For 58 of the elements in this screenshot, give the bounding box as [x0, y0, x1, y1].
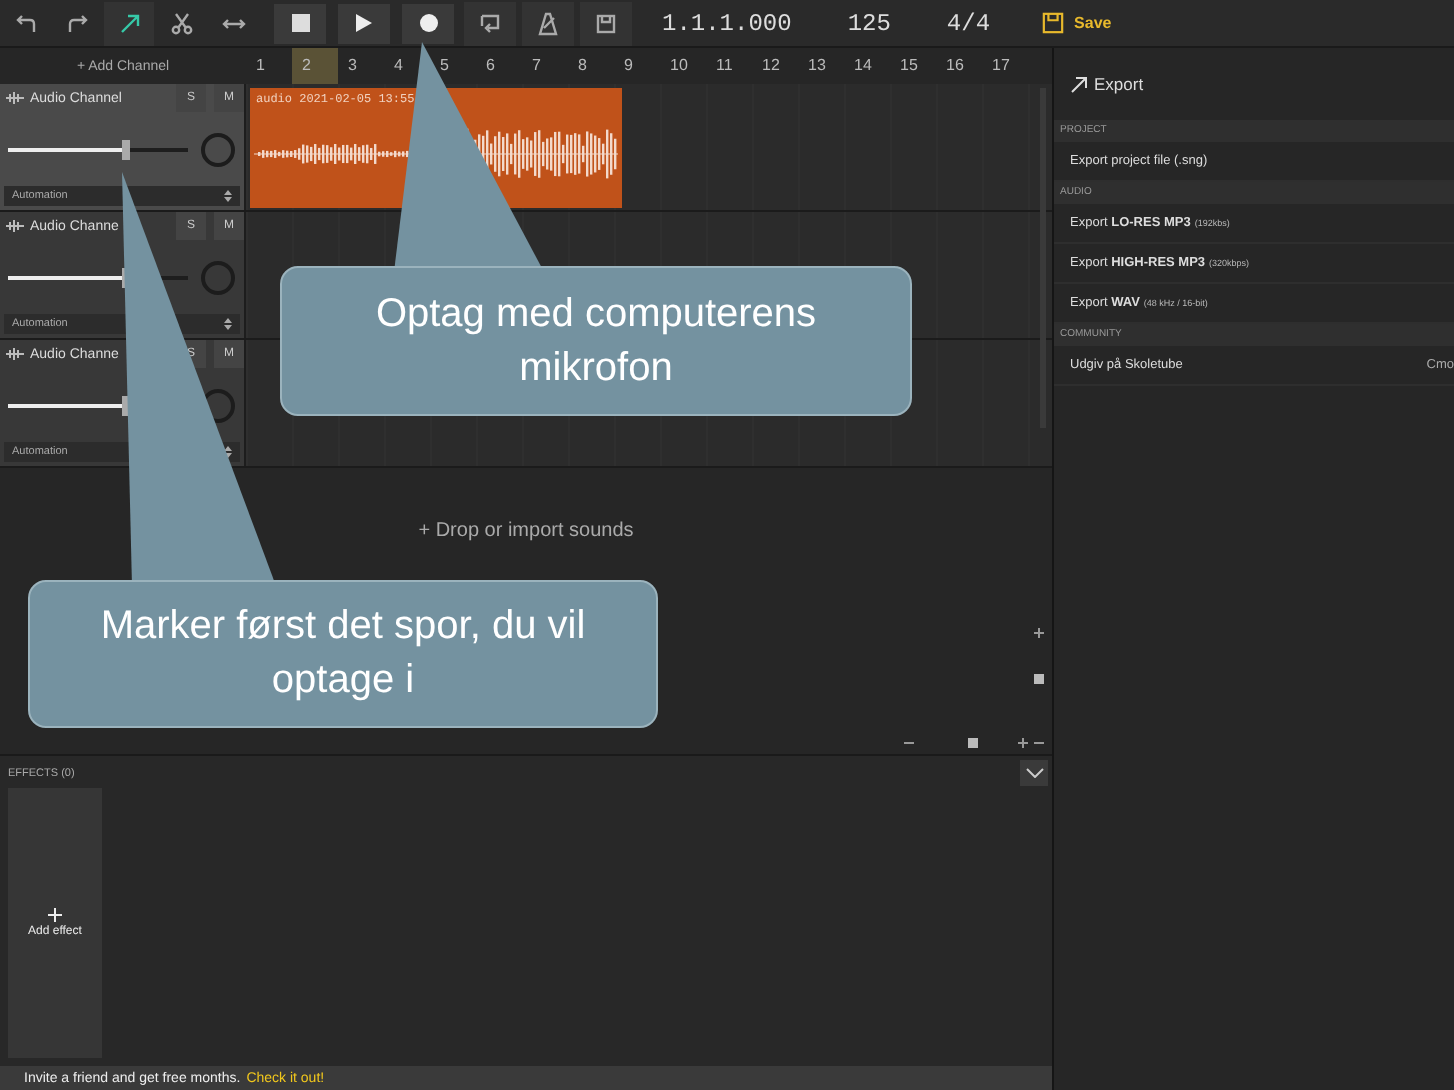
zoom-out-icon[interactable] [1034, 738, 1044, 748]
ruler-number: 1 [254, 54, 267, 78]
ruler-number: 9 [622, 54, 635, 78]
zoom-in-icon[interactable] [1018, 738, 1028, 748]
ruler-number: 16 [944, 54, 966, 78]
waveform-icon [6, 348, 24, 360]
save-button[interactable]: Save [1030, 10, 1124, 36]
play-icon [356, 14, 372, 32]
waveform-icon [6, 220, 24, 232]
collapse-button[interactable] [1020, 760, 1048, 786]
ruler-number: 7 [530, 54, 543, 78]
tool-button[interactable] [104, 1, 154, 45]
ruler-number: 2 [292, 48, 338, 84]
tempo-value: 125 [847, 9, 891, 37]
zoom-handle[interactable] [1034, 674, 1044, 684]
scissors-icon [169, 11, 193, 35]
transport-button[interactable] [402, 3, 454, 43]
ruler-number: 8 [576, 54, 589, 78]
ruler-number: 6 [484, 54, 497, 78]
ruler-number: 17 [990, 54, 1012, 78]
callout-bubble: Marker først det spor, du vil optage i [28, 580, 658, 728]
export-title: Export [1094, 74, 1144, 94]
ruler-number: 12 [760, 54, 782, 78]
ruler-number: 3 [346, 54, 359, 78]
toolbar-button[interactable] [522, 1, 574, 45]
undo-icon [13, 11, 37, 35]
time-signature: 4/4 [946, 9, 991, 37]
transport-button[interactable] [338, 3, 390, 43]
zoom-in-icon[interactable] [1034, 628, 1044, 638]
ruler-number: 11 [714, 54, 735, 78]
toolbar-button[interactable] [464, 1, 516, 45]
updown-icon [224, 190, 232, 202]
export-arrow-icon [1070, 75, 1088, 93]
drop-hint[interactable]: + Drop or import sounds [418, 520, 634, 542]
metronome-icon [536, 11, 560, 35]
zoom-handle[interactable] [968, 738, 978, 748]
chevron-down-icon [1025, 768, 1043, 778]
zoom-out-icon[interactable] [904, 738, 914, 748]
ruler-number: 5 [438, 54, 451, 78]
stop-icon [291, 14, 309, 32]
ruler-number: 14 [852, 54, 874, 78]
plus-icon [48, 908, 62, 922]
ruler-number: 13 [806, 54, 828, 78]
loop-icon [478, 11, 502, 35]
save-icon [1042, 12, 1065, 34]
waveform-icon [6, 92, 24, 104]
record-icon [419, 14, 437, 32]
pointer-icon [117, 11, 141, 35]
ruler-number: 10 [668, 54, 690, 78]
updown-icon [224, 318, 232, 330]
position-counter: 1.1.1.000 [662, 9, 792, 37]
ruler-number: 15 [898, 54, 920, 78]
redo-icon [65, 11, 89, 35]
toolbar-button[interactable] [580, 1, 632, 45]
updown-icon [224, 446, 232, 458]
transport-button[interactable] [274, 3, 326, 43]
volume-thumb[interactable] [121, 139, 129, 159]
ruler-number: 4 [392, 54, 405, 78]
